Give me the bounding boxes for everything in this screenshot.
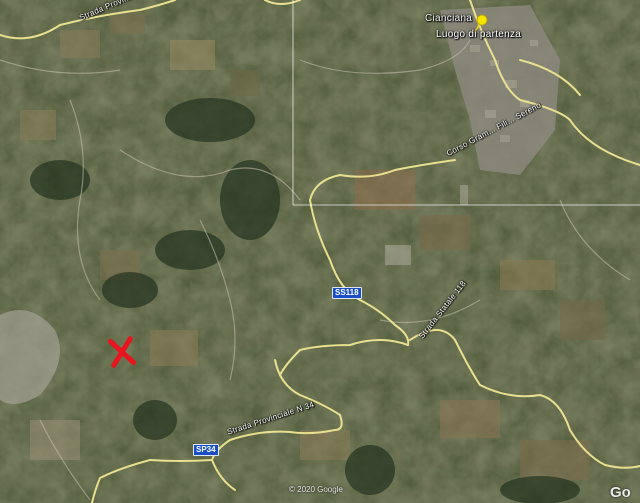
satellite-map[interactable]: Cianciana Luogo di partenza Strada Provi… [0,0,640,503]
google-logo: Go [610,484,631,501]
satellite-imagery [0,0,640,503]
town-label: Cianciana [425,13,473,24]
copyright-text: © 2020 Google [289,485,343,494]
start-location-label: Luogo di partenza [436,29,522,40]
sp34-shield: SP34 [193,444,219,456]
ss118-shield: SS118 [332,287,362,299]
